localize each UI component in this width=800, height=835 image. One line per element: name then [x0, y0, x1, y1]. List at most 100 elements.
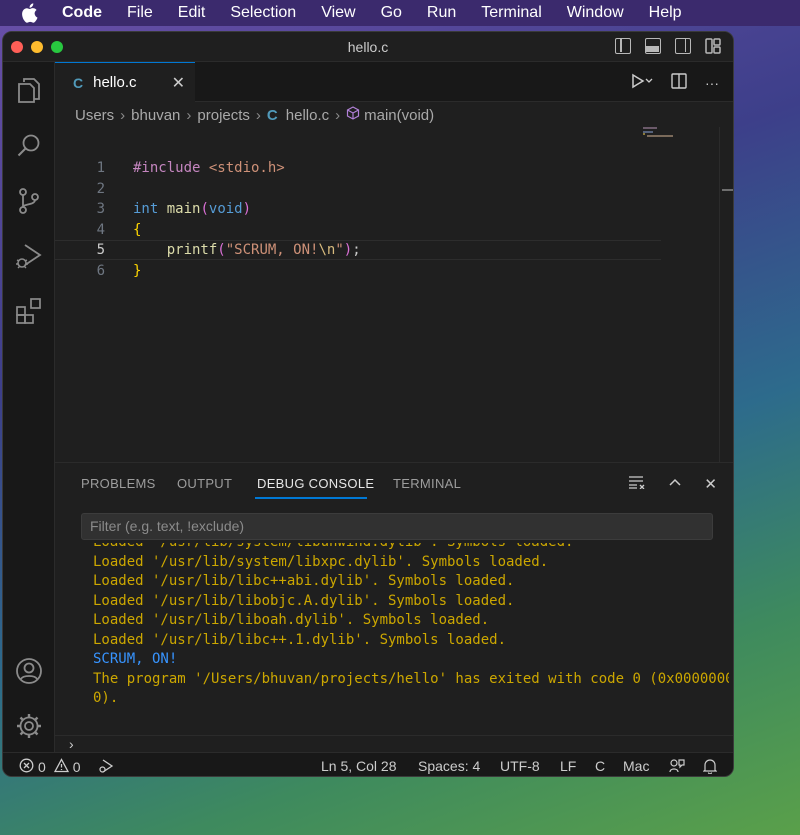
- line-number: 5: [96, 242, 105, 258]
- tab-output[interactable]: OUTPUT: [177, 476, 232, 491]
- platform-status[interactable]: Mac: [623, 758, 649, 774]
- line-number: 2: [96, 180, 105, 197]
- explorer-icon[interactable]: [15, 76, 43, 104]
- code-line[interactable]: 2: [55, 179, 661, 199]
- activity-bar: [3, 62, 55, 752]
- chevron-right-icon: ›: [69, 736, 74, 752]
- console-log-line: Loaded '/usr/lib/system/libunwind.dylib'…: [93, 543, 729, 553]
- problems-status[interactable]: 0 0: [19, 758, 81, 776]
- split-editor-icon[interactable]: [671, 73, 687, 92]
- line-number: 4: [96, 221, 105, 238]
- line-text: }: [133, 262, 142, 279]
- menu-app-code[interactable]: Code: [62, 4, 102, 22]
- title-bar: hello.c: [3, 32, 733, 62]
- close-window-button[interactable]: [11, 41, 23, 53]
- menu-run[interactable]: Run: [427, 4, 456, 22]
- zoom-window-button[interactable]: [51, 41, 63, 53]
- code-line[interactable]: 6}: [55, 261, 661, 281]
- cursor-position[interactable]: Ln 5, Col 28: [321, 758, 397, 774]
- breadcrumb: Users › bhuvan › projects › C hello.c › …: [55, 103, 733, 127]
- c-file-icon: C: [73, 74, 84, 91]
- menu-file[interactable]: File: [127, 4, 153, 22]
- menu-edit[interactable]: Edit: [178, 4, 206, 22]
- editor-tab-bar: C hello.c ✕ ···: [55, 62, 733, 102]
- toggle-primary-sidebar-icon[interactable]: [615, 38, 631, 54]
- indentation-status[interactable]: Spaces: 4: [418, 758, 480, 774]
- tab-terminal[interactable]: TERMINAL: [393, 476, 461, 491]
- menu-selection[interactable]: Selection: [230, 4, 296, 22]
- line-text: #include <stdio.h>: [133, 160, 285, 176]
- bottom-panel: PROBLEMS OUTPUT DEBUG CONSOLE TERMINAL ✕…: [55, 462, 733, 752]
- menu-terminal[interactable]: Terminal: [481, 4, 541, 22]
- console-log-line: Loaded '/usr/lib/system/libxpc.dylib'. S…: [93, 553, 549, 570]
- console-log-line: Loaded '/usr/lib/libc++.1.dylib'. Symbol…: [93, 631, 507, 648]
- apple-icon[interactable]: [20, 3, 46, 23]
- traffic-lights: [11, 41, 63, 53]
- console-prompt[interactable]: ›: [55, 735, 733, 753]
- code-editor[interactable]: 1 #include <stdio.h> 2 3 int main(void) 4{5 p…: [55, 127, 661, 462]
- tab-hello-c[interactable]: C hello.c ✕: [55, 62, 195, 102]
- code-line[interactable]: 3 int main(void): [55, 199, 661, 219]
- line-number: 3: [96, 201, 105, 217]
- extensions-icon[interactable]: [15, 297, 43, 325]
- chevron-right-icon: ›: [186, 106, 192, 124]
- chevron-right-icon: ›: [120, 106, 126, 124]
- layout-controls: [615, 38, 721, 54]
- customize-layout-icon[interactable]: [705, 38, 721, 54]
- menu-help[interactable]: Help: [649, 4, 682, 22]
- settings-gear-icon[interactable]: [15, 712, 43, 740]
- menu-window[interactable]: Window: [567, 4, 624, 22]
- language-mode[interactable]: C: [595, 758, 605, 774]
- scrollbar-thumb[interactable]: [722, 189, 733, 191]
- c-file-icon: C: [266, 106, 278, 124]
- tab-problems[interactable]: PROBLEMS: [81, 476, 156, 491]
- eol-status[interactable]: LF: [560, 758, 576, 774]
- run-and-debug-icon[interactable]: [15, 242, 43, 270]
- feedback-icon[interactable]: [669, 758, 685, 774]
- run-file-icon[interactable]: [631, 73, 653, 92]
- breadcrumb-item-bhuvan[interactable]: bhuvan: [131, 107, 180, 124]
- editor-actions: ···: [631, 73, 719, 92]
- breadcrumb-item-projects[interactable]: projects: [197, 107, 250, 124]
- breadcrumb-item-file[interactable]: hello.c: [286, 107, 329, 124]
- encoding-status[interactable]: UTF-8: [500, 758, 540, 774]
- console-log-line: Loaded '/usr/lib/liboah.dylib'. Symbols …: [93, 612, 490, 628]
- chevron-right-icon: ›: [255, 106, 261, 124]
- chevron-right-icon: ›: [335, 106, 341, 124]
- editor-scrollbar[interactable]: [719, 127, 733, 462]
- breadcrumb-item-symbol[interactable]: main(void): [364, 107, 434, 124]
- notifications-bell-icon[interactable]: [703, 758, 717, 774]
- accounts-icon[interactable]: [15, 657, 43, 685]
- console-log-line: The program '/Users/bhuvan/projects/hell…: [93, 670, 729, 687]
- console-filter-input[interactable]: Filter (e.g. text, !exclude): [81, 513, 713, 540]
- source-control-icon[interactable]: [15, 187, 43, 215]
- line-text: {: [133, 221, 142, 238]
- minimize-window-button[interactable]: [31, 41, 43, 53]
- warning-count: 0: [72, 759, 81, 775]
- more-actions-icon[interactable]: ···: [705, 75, 719, 91]
- breadcrumb-item-users[interactable]: Users: [75, 107, 114, 124]
- close-panel-icon[interactable]: ✕: [704, 475, 717, 493]
- active-tab-indicator: [255, 497, 367, 499]
- close-tab-icon[interactable]: ✕: [172, 73, 185, 93]
- symbol-method-icon: [346, 106, 360, 124]
- error-count: 0: [38, 759, 46, 775]
- console-log-line: Loaded '/usr/lib/libc++abi.dylib'. Symbo…: [93, 573, 515, 589]
- debug-status-icon[interactable]: [98, 758, 114, 774]
- window-title: hello.c: [347, 38, 389, 55]
- code-line[interactable]: 4{: [55, 220, 661, 240]
- menu-view[interactable]: View: [321, 4, 355, 22]
- toggle-panel-icon[interactable]: [645, 38, 661, 54]
- code-line[interactable]: 5 printf("SCRUM, ON!\n");: [55, 240, 661, 260]
- tab-debug-console[interactable]: DEBUG CONSOLE: [257, 476, 374, 491]
- search-icon[interactable]: [15, 132, 43, 160]
- clear-console-icon[interactable]: [628, 475, 646, 493]
- menu-go[interactable]: Go: [381, 4, 402, 22]
- maximize-panel-icon[interactable]: [668, 475, 682, 493]
- minimap[interactable]: [643, 127, 683, 147]
- code-line[interactable]: 1 #include <stdio.h>: [55, 158, 661, 178]
- console-log-line: 0).: [93, 690, 119, 706]
- line-number: 6: [96, 262, 105, 279]
- line-text: printf("SCRUM, ON!\n");: [166, 242, 361, 258]
- toggle-secondary-sidebar-icon[interactable]: [675, 38, 691, 54]
